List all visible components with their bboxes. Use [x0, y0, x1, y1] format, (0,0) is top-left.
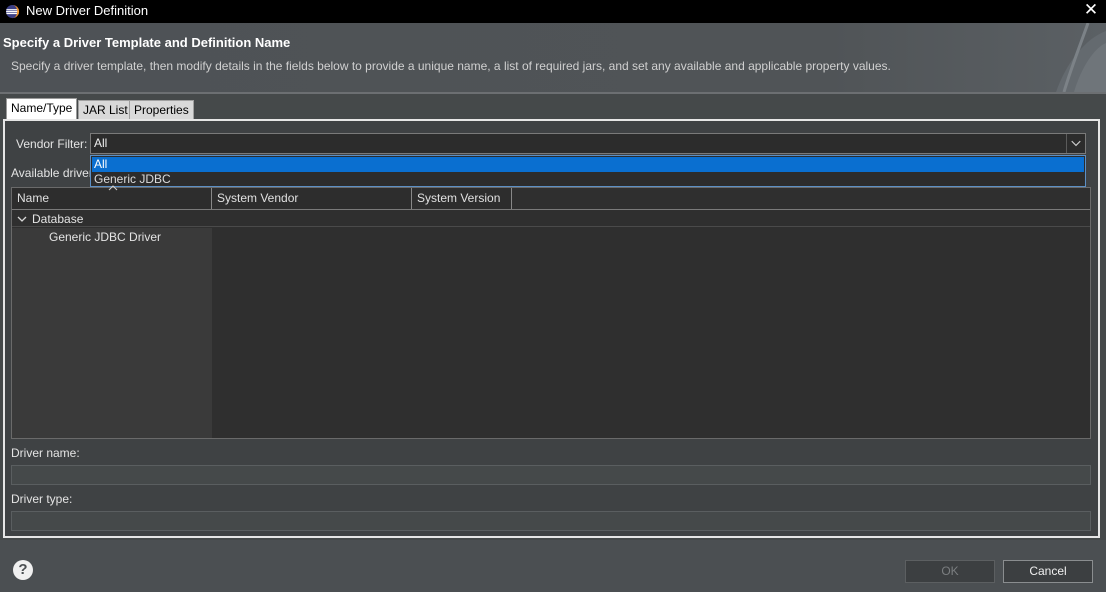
dropdown-option-all[interactable]: All — [92, 157, 1084, 172]
driver-type-field[interactable] — [11, 511, 1091, 531]
cancel-button[interactable]: Cancel — [1003, 560, 1093, 583]
chevron-down-icon[interactable] — [1066, 134, 1085, 153]
tree-item-label: Generic JDBC Driver — [49, 230, 162, 244]
eclipse-icon — [5, 4, 20, 19]
ok-button[interactable]: OK — [905, 560, 995, 583]
driver-name-field[interactable] — [11, 465, 1091, 485]
sort-caret-icon — [108, 185, 118, 191]
dropdown-option-generic-jdbc[interactable]: Generic JDBC — [92, 172, 1084, 187]
wizard-header: Specify a Driver Template and Definition… — [0, 23, 1106, 92]
name-column-area — [12, 228, 212, 438]
wizard-title: Specify a Driver Template and Definition… — [3, 35, 291, 50]
column-header-system-version[interactable]: System Version — [412, 188, 512, 209]
wizard-description: Specify a driver template, then modify d… — [11, 59, 891, 73]
tab-properties[interactable]: Properties — [129, 100, 194, 120]
close-icon[interactable]: ✕ — [1080, 0, 1102, 22]
wizard-banner-art-icon — [1056, 23, 1106, 92]
tree-category-label: Database — [32, 212, 84, 226]
available-drivers-label: Available driver — [11, 166, 93, 180]
chevron-down-icon[interactable] — [17, 215, 27, 223]
driver-template-table: Name System Vendor System Version Databa… — [11, 185, 1091, 439]
help-icon[interactable]: ? — [13, 560, 33, 580]
column-header-system-vendor[interactable]: System Vendor — [212, 188, 412, 209]
driver-type-label: Driver type: — [11, 492, 73, 506]
driver-name-label: Driver name: — [11, 446, 80, 460]
column-header-name[interactable]: Name — [12, 188, 212, 209]
tab-jar-list[interactable]: JAR List — [78, 100, 133, 120]
row-divider — [12, 226, 1090, 227]
vendor-filter-dropdown: All Generic JDBC — [90, 155, 1086, 187]
window-title: New Driver Definition — [26, 3, 149, 18]
tab-name-type[interactable]: Name/Type — [6, 98, 78, 120]
tree-row-item[interactable]: Generic JDBC Driver — [12, 228, 212, 246]
vendor-filter-combo[interactable]: All — [90, 133, 1086, 154]
vendor-filter-label: Vendor Filter: — [16, 137, 88, 151]
title-bar — [0, 0, 1106, 23]
